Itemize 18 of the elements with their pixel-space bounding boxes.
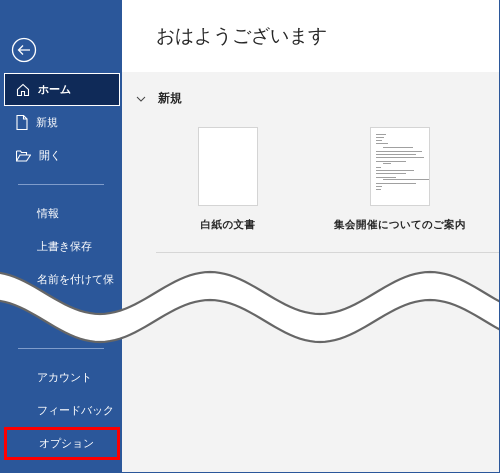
template-tile[interactable]: 集会開催についてのご案内 [328, 127, 472, 232]
template-tile[interactable]: 白紙の文書 [156, 127, 300, 232]
document-icon [16, 115, 28, 130]
sidebar-item[interactable]: フィードバック [36, 403, 120, 418]
sidebar-item[interactable]: 情報 [36, 206, 120, 221]
sidebar-item[interactable]: 新規 [4, 106, 120, 139]
back-button[interactable] [11, 37, 37, 63]
sidebar-item[interactable]: 上書き保存 [36, 239, 120, 254]
sidebar-item[interactable]: アカウント [36, 370, 120, 385]
folder-icon [16, 150, 31, 162]
sidebar-item[interactable]: ホーム [4, 73, 120, 106]
greeting-title: おはようございます [156, 24, 327, 49]
sidebar-item[interactable]: 開く [4, 139, 120, 172]
section-header[interactable]: 新規 [136, 90, 182, 107]
sidebar-item[interactable]: 名前を付けて保 [36, 272, 120, 287]
sidebar-item[interactable]: オプション [4, 427, 120, 460]
home-icon [16, 82, 30, 96]
chevron-icon [136, 96, 146, 102]
